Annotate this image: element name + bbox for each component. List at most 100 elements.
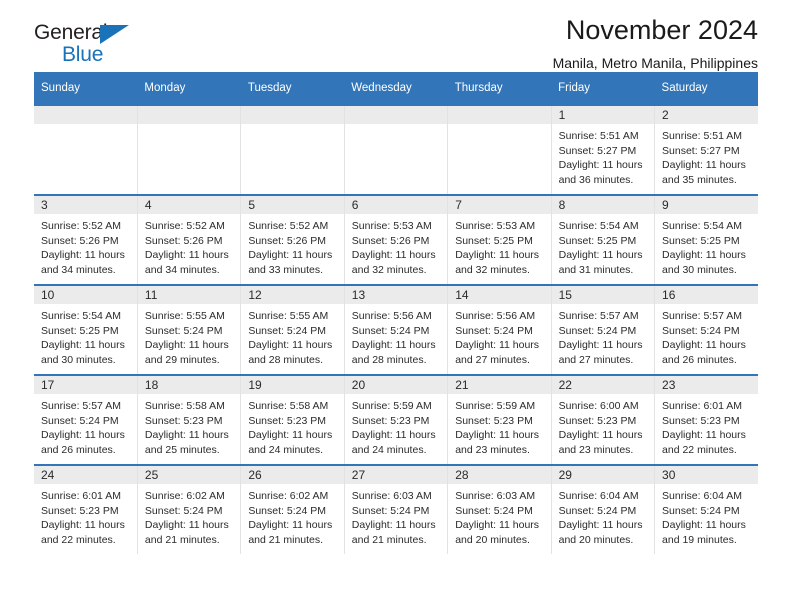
daylight-text: Daylight: 11 hours and 28 minutes.	[248, 339, 333, 366]
calendar-day-cell[interactable]: 8 Sunrise: 5:54 AM Sunset: 5:25 PM Daylight…	[551, 194, 656, 285]
calendar-day-cell[interactable]: 21 Sunrise: 5:59 AM Sunset: 5:23 PM Dayligh…	[447, 374, 552, 465]
sunset-text: Sunset: 5:24 PM	[351, 504, 430, 517]
calendar-day-cell[interactable]: 29 Sunrise: 6:04 AM Sunset: 5:24 PM Dayligh…	[551, 464, 656, 554]
calendar-day-cell[interactable]: 20 Sunrise: 5:59 AM Sunset: 5:23 PM Dayligh…	[344, 374, 449, 465]
sunset-text: Sunset: 5:23 PM	[455, 414, 533, 427]
day-number: 22	[551, 376, 655, 394]
calendar-week-row: 17 Sunrise: 5:57 AM Sunset: 5:24 PM Dayligh…	[34, 374, 758, 465]
weekday-header-tuesday: Tuesday	[240, 72, 345, 105]
day-number: 6	[344, 196, 448, 214]
sunset-text: Sunset: 5:24 PM	[248, 504, 326, 517]
calendar-day-cell-empty	[34, 104, 138, 195]
calendar-day-cell[interactable]: 3 Sunrise: 5:52 AM Sunset: 5:26 PM Daylight…	[34, 194, 138, 285]
day-details: Sunrise: 5:51 AM Sunset: 5:27 PM Daylight:…	[655, 124, 758, 187]
calendar-day-cell[interactable]: 19 Sunrise: 5:58 AM Sunset: 5:23 PM Dayligh…	[240, 374, 345, 465]
daylight-text: Daylight: 11 hours and 26 minutes.	[41, 429, 125, 456]
daylight-text: Daylight: 11 hours and 32 minutes.	[351, 249, 436, 276]
sunset-text: Sunset: 5:26 PM	[248, 234, 326, 247]
calendar-day-cell[interactable]: 26 Sunrise: 6:02 AM Sunset: 5:24 PM Dayligh…	[240, 464, 345, 554]
weekday-header-thursday: Thursday	[447, 72, 552, 105]
day-details: Sunrise: 5:53 AM Sunset: 5:26 PM Daylight:…	[345, 214, 447, 277]
calendar-day-cell[interactable]: 28 Sunrise: 6:03 AM Sunset: 5:24 PM Dayligh…	[447, 464, 552, 554]
daylight-text: Daylight: 11 hours and 28 minutes.	[351, 339, 436, 366]
sunset-text: Sunset: 5:26 PM	[41, 234, 119, 247]
day-details: Sunrise: 5:57 AM Sunset: 5:24 PM Daylight:…	[34, 394, 137, 457]
day-number	[344, 106, 448, 124]
calendar-day-cell[interactable]: 14 Sunrise: 5:56 AM Sunset: 5:24 PM Dayligh…	[447, 284, 552, 375]
sunrise-text: Sunrise: 5:52 AM	[248, 220, 329, 232]
brand-name-general: General	[34, 21, 108, 44]
calendar-day-cell[interactable]: 12 Sunrise: 5:55 AM Sunset: 5:24 PM Dayligh…	[240, 284, 345, 375]
day-details: Sunrise: 5:52 AM Sunset: 5:26 PM Daylight:…	[34, 214, 137, 277]
day-details: Sunrise: 5:53 AM Sunset: 5:25 PM Daylight:…	[448, 214, 550, 277]
sunrise-text: Sunrise: 5:59 AM	[351, 400, 432, 412]
day-details: Sunrise: 6:04 AM Sunset: 5:24 PM Daylight:…	[655, 484, 758, 547]
daylight-text: Daylight: 11 hours and 20 minutes.	[455, 519, 540, 546]
calendar-day-cell[interactable]: 15 Sunrise: 5:57 AM Sunset: 5:24 PM Dayligh…	[551, 284, 656, 375]
sunset-text: Sunset: 5:24 PM	[351, 324, 430, 337]
calendar-day-cell[interactable]: 6 Sunrise: 5:53 AM Sunset: 5:26 PM Daylight…	[344, 194, 449, 285]
calendar-day-cell[interactable]: 22 Sunrise: 6:00 AM Sunset: 5:23 PM Dayligh…	[551, 374, 656, 465]
daylight-text: Daylight: 11 hours and 22 minutes.	[41, 519, 125, 546]
day-details: Sunrise: 5:54 AM Sunset: 5:25 PM Daylight:…	[655, 214, 758, 277]
calendar-day-cell[interactable]: 17 Sunrise: 5:57 AM Sunset: 5:24 PM Dayligh…	[34, 374, 138, 465]
day-number: 1	[551, 106, 655, 124]
daylight-text: Daylight: 11 hours and 21 minutes.	[351, 519, 436, 546]
calendar-day-cell[interactable]: 16 Sunrise: 5:57 AM Sunset: 5:24 PM Dayligh…	[654, 284, 758, 375]
daylight-text: Daylight: 11 hours and 23 minutes.	[455, 429, 540, 456]
calendar-day-cell[interactable]: 4 Sunrise: 5:52 AM Sunset: 5:26 PM Daylight…	[137, 194, 242, 285]
sunrise-text: Sunrise: 6:03 AM	[455, 490, 536, 502]
sunrise-text: Sunrise: 5:52 AM	[144, 220, 225, 232]
calendar-body: 1 Sunrise: 5:51 AM Sunset: 5:27 PM Daylight…	[34, 104, 758, 554]
day-number	[34, 106, 137, 124]
day-details: Sunrise: 6:04 AM Sunset: 5:24 PM Daylight:…	[552, 484, 654, 547]
day-details: Sunrise: 5:56 AM Sunset: 5:24 PM Daylight:…	[448, 304, 550, 367]
weekday-header-friday: Friday	[551, 72, 655, 105]
sunrise-text: Sunrise: 5:58 AM	[144, 400, 225, 412]
sunset-text: Sunset: 5:27 PM	[558, 144, 637, 157]
calendar-day-cell[interactable]: 24 Sunrise: 6:01 AM Sunset: 5:23 PM Dayligh…	[34, 464, 138, 554]
brand-logo[interactable]: General Blue	[34, 22, 154, 68]
day-details: Sunrise: 5:52 AM Sunset: 5:26 PM Daylight:…	[138, 214, 240, 277]
sunrise-text: Sunrise: 5:53 AM	[455, 220, 536, 232]
calendar-day-cell[interactable]: 13 Sunrise: 5:56 AM Sunset: 5:24 PM Dayligh…	[344, 284, 449, 375]
sunset-text: Sunset: 5:24 PM	[144, 504, 223, 517]
calendar-day-cell[interactable]: 9 Sunrise: 5:54 AM Sunset: 5:25 PM Daylight…	[654, 194, 758, 285]
day-details: Sunrise: 6:01 AM Sunset: 5:23 PM Daylight:…	[34, 484, 137, 547]
calendar-day-cell[interactable]: 2 Sunrise: 5:51 AM Sunset: 5:27 PM Daylight…	[654, 104, 758, 195]
day-number: 18	[137, 376, 241, 394]
day-number: 5	[241, 196, 344, 214]
day-number: 3	[34, 196, 137, 214]
day-number	[448, 106, 551, 124]
sunset-text: Sunset: 5:23 PM	[41, 504, 119, 517]
calendar-day-cell[interactable]: 30 Sunrise: 6:04 AM Sunset: 5:24 PM Dayligh…	[654, 464, 758, 554]
day-number: 20	[344, 376, 448, 394]
day-number: 30	[655, 466, 758, 484]
calendar-day-cell[interactable]: 27 Sunrise: 6:03 AM Sunset: 5:24 PM Dayligh…	[344, 464, 449, 554]
calendar-day-cell[interactable]: 1 Sunrise: 5:51 AM Sunset: 5:27 PM Daylight…	[551, 104, 656, 195]
day-number: 27	[344, 466, 448, 484]
sunset-text: Sunset: 5:26 PM	[351, 234, 430, 247]
calendar-day-cell-empty	[447, 104, 552, 195]
calendar-day-cell[interactable]: 18 Sunrise: 5:58 AM Sunset: 5:23 PM Dayligh…	[137, 374, 242, 465]
sunset-text: Sunset: 5:24 PM	[662, 504, 740, 517]
calendar-day-cell[interactable]: 11 Sunrise: 5:55 AM Sunset: 5:24 PM Dayligh…	[137, 284, 242, 375]
calendar-day-cell[interactable]: 23 Sunrise: 6:01 AM Sunset: 5:23 PM Dayligh…	[654, 374, 758, 465]
daylight-text: Daylight: 11 hours and 20 minutes.	[558, 519, 643, 546]
day-details: Sunrise: 6:03 AM Sunset: 5:24 PM Daylight:…	[448, 484, 550, 547]
weekday-header-monday: Monday	[137, 72, 241, 105]
day-details: Sunrise: 5:56 AM Sunset: 5:24 PM Daylight:…	[345, 304, 447, 367]
day-number: 26	[241, 466, 344, 484]
sunset-text: Sunset: 5:24 PM	[558, 324, 637, 337]
daylight-text: Daylight: 11 hours and 19 minutes.	[662, 519, 746, 546]
calendar-day-cell[interactable]: 10 Sunrise: 5:54 AM Sunset: 5:25 PM Dayligh…	[34, 284, 138, 375]
daylight-text: Daylight: 11 hours and 29 minutes.	[144, 339, 229, 366]
calendar-day-cell[interactable]: 25 Sunrise: 6:02 AM Sunset: 5:24 PM Dayligh…	[137, 464, 242, 554]
daylight-text: Daylight: 11 hours and 25 minutes.	[144, 429, 229, 456]
title-block: November 2024 Manila, Metro Manila, Phil…	[553, 15, 758, 70]
daylight-text: Daylight: 11 hours and 23 minutes.	[558, 429, 643, 456]
day-number: 24	[34, 466, 137, 484]
calendar-day-cell[interactable]: 5 Sunrise: 5:52 AM Sunset: 5:26 PM Daylight…	[240, 194, 345, 285]
calendar-day-cell[interactable]: 7 Sunrise: 5:53 AM Sunset: 5:25 PM Daylight…	[447, 194, 552, 285]
daylight-text: Daylight: 11 hours and 31 minutes.	[558, 249, 643, 276]
